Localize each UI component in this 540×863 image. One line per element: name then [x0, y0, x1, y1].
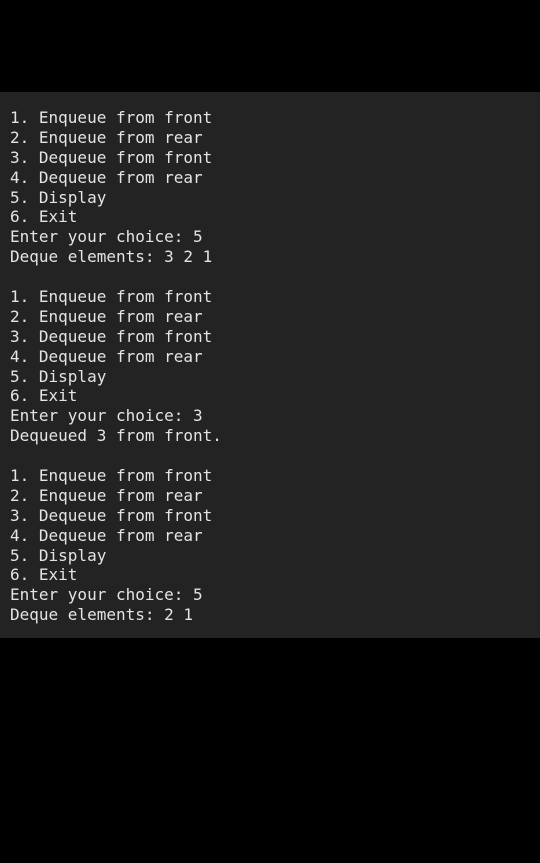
- menu-option-display: 5. Display: [10, 366, 107, 386]
- terminal-output[interactable]: 1. Enqueue from front 2. Enqueue from re…: [0, 92, 540, 638]
- result-line: Deque elements: 2 1: [10, 605, 194, 625]
- menu-option-dequeue-rear: 4. Dequeue from rear: [10, 346, 203, 366]
- menu-option-display: 5. Display: [10, 545, 107, 565]
- menu-option-dequeue-rear: 4. Dequeue from rear: [10, 167, 203, 187]
- screen: 1. Enqueue from front 2. Enqueue from re…: [0, 0, 540, 863]
- menu-option-dequeue-rear: 4. Dequeue from rear: [10, 525, 203, 545]
- menu-option-enqueue-rear: 2. Enqueue from rear: [10, 306, 203, 326]
- menu-option-enqueue-front: 1. Enqueue from front: [10, 287, 213, 307]
- output-block: 1. Enqueue from front 2. Enqueue from re…: [10, 108, 540, 267]
- menu-option-dequeue-front: 3. Dequeue from front: [10, 147, 213, 167]
- result-line: Deque elements: 3 2 1: [10, 247, 213, 267]
- menu-option-enqueue-rear: 2. Enqueue from rear: [10, 127, 203, 147]
- menu-option-exit: 6. Exit: [10, 386, 78, 406]
- menu-option-dequeue-front: 3. Dequeue from front: [10, 326, 213, 346]
- menu-option-display: 5. Display: [10, 187, 107, 207]
- result-line: Dequeued 3 from front.: [10, 426, 222, 446]
- choice-prompt: Enter your choice: 5: [10, 585, 203, 605]
- menu-option-dequeue-front: 3. Dequeue from front: [10, 505, 213, 525]
- choice-prompt: Enter your choice: 5: [10, 227, 203, 247]
- output-block: 1. Enqueue from front 2. Enqueue from re…: [10, 287, 540, 446]
- menu-option-enqueue-front: 1. Enqueue from front: [10, 466, 213, 486]
- menu-option-exit: 6. Exit: [10, 207, 78, 227]
- output-block: 1. Enqueue from front 2. Enqueue from re…: [10, 466, 540, 625]
- menu-option-exit: 6. Exit: [10, 565, 78, 585]
- choice-prompt: Enter your choice: 3: [10, 406, 203, 426]
- menu-option-enqueue-front: 1. Enqueue from front: [10, 108, 213, 127]
- menu-option-enqueue-rear: 2. Enqueue from rear: [10, 485, 203, 505]
